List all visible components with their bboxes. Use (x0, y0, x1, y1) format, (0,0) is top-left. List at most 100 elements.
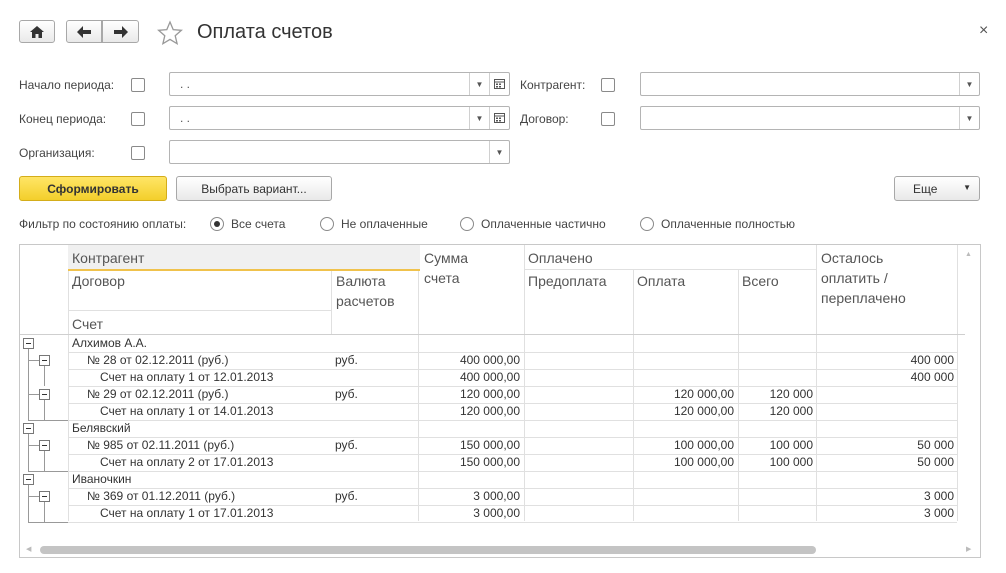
contract-checkbox[interactable] (601, 112, 615, 126)
tree-connector (28, 445, 39, 446)
chevron-down-icon[interactable]: ▼ (489, 141, 509, 163)
period-start-field[interactable]: . . ▼ (169, 72, 510, 96)
invoice-row-label[interactable]: Счет на оплату 2 от 17.01.2013 (100, 454, 273, 471)
prepay-header: Предоплата (528, 273, 607, 289)
contractor-header-cell[interactable]: Контрагент (68, 245, 420, 271)
radio-partially-paid[interactable] (460, 217, 474, 231)
sum-cell: 120 000,00 (459, 387, 520, 401)
invoice-row-label[interactable]: Счет на оплату 1 от 12.01.2013 (100, 369, 273, 386)
organization-field[interactable]: ▼ (169, 140, 510, 164)
period-end-label: Конец периода: (19, 112, 107, 126)
scroll-up-icon[interactable]: ▲ (965, 251, 972, 258)
scroll-left-icon[interactable]: ◀ (26, 545, 31, 553)
collapse-icon[interactable] (39, 440, 50, 451)
sum-cell: 150 000,00 (459, 455, 520, 469)
tree-connector (44, 502, 45, 522)
tree-connector (28, 496, 39, 497)
home-icon (30, 25, 44, 38)
arrow-left-icon (77, 25, 91, 38)
group-row-label[interactable]: Иваночкин (72, 471, 131, 488)
sum-cell: 3 000,00 (473, 489, 520, 503)
total-header: Всего (742, 273, 779, 289)
collapse-icon[interactable] (39, 491, 50, 502)
chevron-down-icon[interactable]: ▼ (469, 73, 489, 95)
radio-fully-paid[interactable] (640, 217, 654, 231)
invoice-row-label[interactable]: Счет на оплату 1 от 14.01.2013 (100, 403, 273, 420)
radio-unpaid[interactable] (320, 217, 334, 231)
close-icon[interactable]: × (979, 22, 988, 40)
forward-button[interactable] (102, 20, 139, 43)
collapse-icon[interactable] (23, 338, 34, 349)
generate-button[interactable]: Сформировать (19, 176, 167, 201)
contract-row-label[interactable]: № 29 от 02.12.2011 (руб.) (87, 386, 229, 403)
back-button[interactable] (66, 20, 102, 43)
contractor-header: Контрагент (72, 250, 145, 266)
currency-cell: руб. (335, 353, 358, 367)
payment-cell: 100 000,00 (673, 438, 734, 452)
chevron-down-icon[interactable]: ▼ (469, 107, 489, 129)
arrow-right-icon (113, 25, 128, 38)
collapse-icon[interactable] (39, 355, 50, 366)
contractor-checkbox[interactable] (601, 78, 615, 92)
total-cell: 120 000 (769, 387, 813, 401)
total-cell: 120 000 (769, 404, 813, 418)
horizontal-scroll-thumb[interactable] (40, 546, 816, 554)
radio-partially-paid-label[interactable]: Оплаченные частично (481, 217, 606, 231)
organization-label: Организация: (19, 146, 95, 160)
remaining-header: Осталось оплатить / переплачено (821, 250, 906, 306)
payment-filter-label: Фильтр по состоянию оплаты: (19, 217, 187, 231)
sum-cell: 3 000,00 (473, 506, 520, 520)
sum-header: Сумма счета (424, 250, 468, 286)
radio-unpaid-label[interactable]: Не оплаченные (341, 217, 428, 231)
group-row-label[interactable]: Белявский (72, 420, 131, 437)
contract-field[interactable]: ▼ (640, 106, 980, 130)
tree-connector (44, 451, 45, 471)
currency-cell: руб. (335, 438, 358, 452)
row-divider (68, 420, 957, 421)
collapse-icon[interactable] (39, 389, 50, 400)
contractor-label: Контрагент: (520, 78, 586, 92)
period-end-field[interactable]: . . ▼ (169, 106, 510, 130)
period-start-label: Начало периода: (19, 78, 115, 92)
group-row-label[interactable]: Алхимов А.А. (72, 335, 147, 352)
contractor-field[interactable]: ▼ (640, 72, 980, 96)
radio-fully-paid-label[interactable]: Оплаченные полностью (661, 217, 795, 231)
payment-cell: 100 000,00 (673, 455, 734, 469)
radio-all-invoices[interactable] (210, 217, 224, 231)
remaining-cell: 400 000 (910, 370, 954, 384)
collapse-icon[interactable] (23, 423, 34, 434)
sum-cell: 400 000,00 (459, 353, 520, 367)
remaining-cell: 50 000 (917, 455, 954, 469)
remaining-cell: 3 000 (923, 489, 954, 503)
scroll-right-icon[interactable]: ▶ (966, 545, 971, 553)
payment-cell: 120 000,00 (673, 387, 734, 401)
favorite-star-icon[interactable] (157, 20, 183, 46)
invoice-row-label[interactable]: Счет на оплату 1 от 17.01.2013 (100, 505, 273, 522)
period-end-checkbox[interactable] (131, 112, 145, 126)
tree-connector (44, 366, 45, 386)
calendar-icon[interactable] (489, 73, 509, 95)
contract-row-label[interactable]: № 369 от 01.12.2011 (руб.) (87, 488, 235, 505)
calendar-icon[interactable] (489, 107, 509, 129)
sum-cell: 400 000,00 (459, 370, 520, 384)
contract-row-label[interactable]: № 985 от 02.11.2011 (руб.) (87, 437, 234, 454)
home-button[interactable] (19, 20, 55, 43)
contract-row-label[interactable]: № 28 от 02.12.2011 (руб.) (87, 352, 229, 369)
tree-connector (28, 394, 39, 395)
collapse-icon[interactable] (23, 474, 34, 485)
chevron-down-icon: ▼ (963, 183, 971, 192)
report-spreadsheet[interactable]: Контрагент Договор Валюта расчетов Счет … (19, 244, 981, 558)
period-start-checkbox[interactable] (131, 78, 145, 92)
page-title: Оплата счетов (197, 21, 333, 43)
total-cell: 100 000 (769, 455, 813, 469)
tree-connector (28, 434, 29, 471)
chevron-down-icon[interactable]: ▼ (959, 107, 979, 129)
radio-all-invoices-label[interactable]: Все счета (231, 217, 285, 231)
more-button[interactable]: Еще ▼ (894, 176, 980, 201)
organization-checkbox[interactable] (131, 146, 145, 160)
horizontal-scrollbar[interactable]: ◀ ▶ (20, 542, 980, 557)
chevron-down-icon[interactable]: ▼ (959, 73, 979, 95)
tree-connector (28, 360, 39, 361)
choose-variant-button[interactable]: Выбрать вариант... (176, 176, 332, 201)
more-label: Еще (913, 181, 938, 196)
